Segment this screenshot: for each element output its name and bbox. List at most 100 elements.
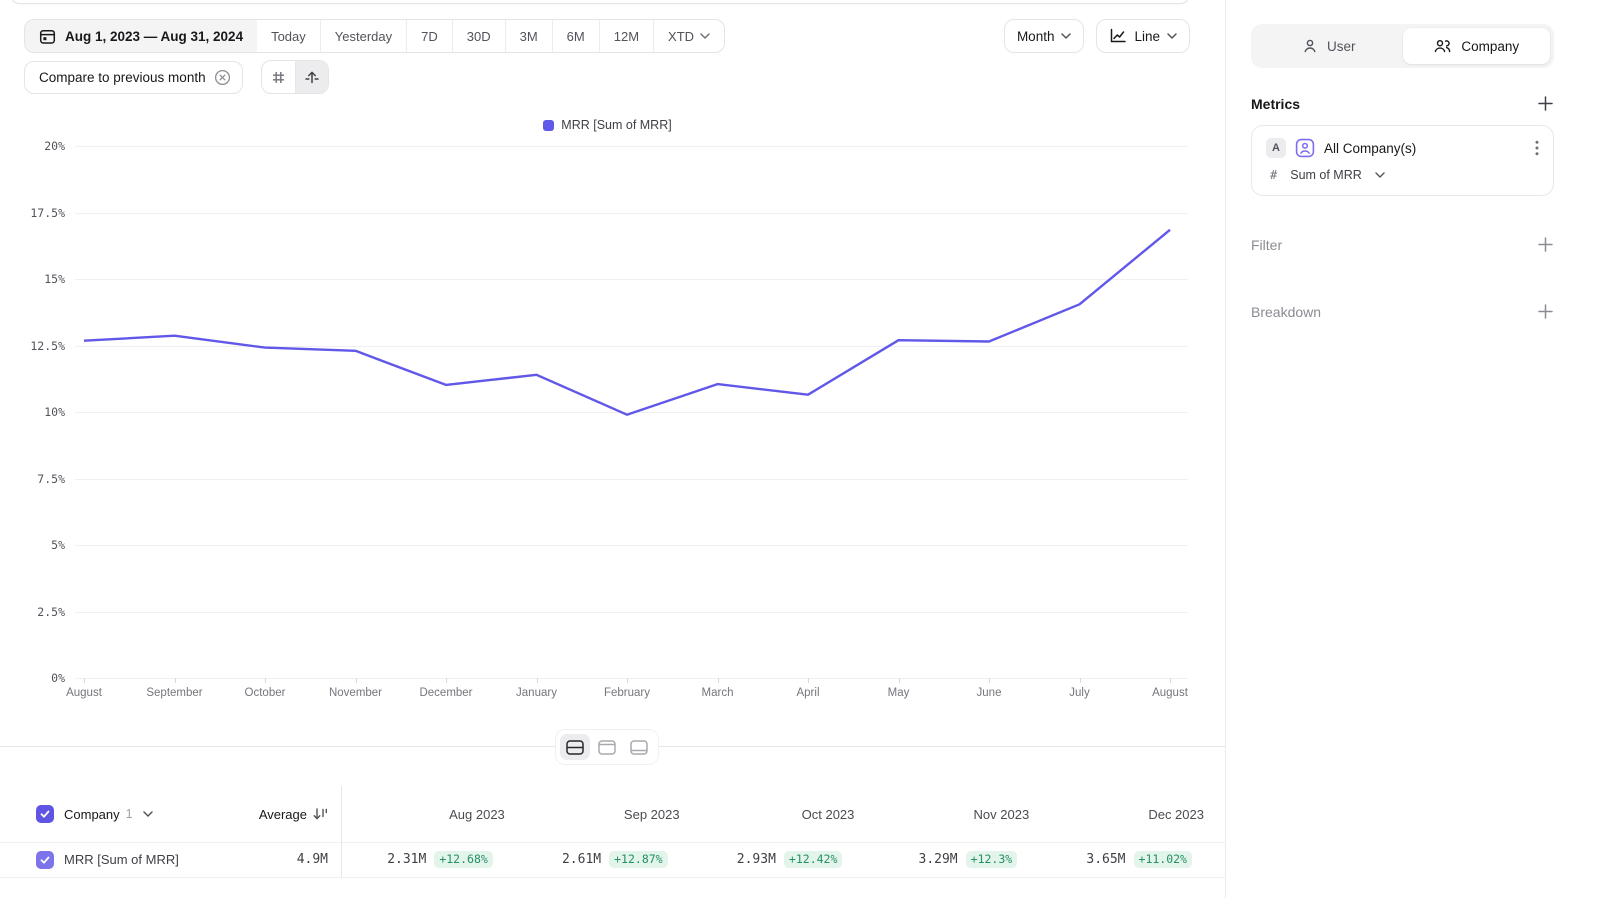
- x-axis-label: December: [419, 687, 472, 699]
- preset-button-3m[interactable]: 3M: [505, 20, 552, 52]
- month-cell: 2.93M+12.42%: [692, 842, 867, 877]
- filter-section-header: Filter: [1251, 236, 1554, 253]
- x-axis-tick: [989, 678, 990, 683]
- chart-controls: Month Line: [1004, 19, 1190, 53]
- chart-option-toggles: [261, 60, 329, 94]
- chevron-down-icon[interactable]: [143, 811, 153, 817]
- chart-legend: MRR [Sum of MRR]: [0, 118, 1215, 132]
- check-icon: [39, 808, 51, 820]
- table-bottom-border: [0, 877, 1225, 878]
- x-axis-tick: [627, 678, 628, 683]
- x-axis-label: November: [329, 687, 382, 699]
- x-axis-tick: [265, 678, 266, 683]
- preset-xtd-button[interactable]: XTD: [653, 20, 724, 52]
- sort-icon[interactable]: [313, 807, 328, 821]
- hash-grid-icon: [271, 70, 286, 85]
- x-axis-label: August: [1152, 687, 1188, 699]
- average-column-label[interactable]: Average: [259, 807, 307, 822]
- layout-split-icon: [566, 740, 584, 755]
- x-axis-label: April: [796, 687, 819, 699]
- compare-chip[interactable]: Compare to previous month: [24, 61, 243, 94]
- chevron-down-icon: [1375, 172, 1385, 178]
- previous-card-edge: [10, 0, 1190, 4]
- y-axis-label: 5%: [5, 538, 65, 552]
- layout-table-toggle[interactable]: [624, 734, 654, 760]
- preset-button-today[interactable]: Today: [257, 20, 320, 52]
- config-sidebar: User Company Metrics A: [1225, 0, 1600, 898]
- chevron-down-icon: [1167, 33, 1177, 39]
- x-axis-label: September: [146, 687, 202, 699]
- legend-swatch: [543, 120, 554, 131]
- user-icon: [1302, 38, 1318, 54]
- add-breakdown-icon[interactable]: [1537, 303, 1554, 320]
- aggregation-label: Sum of MRR: [1290, 168, 1362, 182]
- delta-badge: +12.87%: [609, 851, 667, 868]
- x-axis-tick: [446, 678, 447, 683]
- preset-button-7d[interactable]: 7D: [406, 20, 452, 52]
- preset-button-12m[interactable]: 12M: [599, 20, 653, 52]
- entity-tabs: User Company: [1251, 24, 1554, 68]
- x-axis-label: August: [66, 687, 102, 699]
- month-values: 2.31M+12.68% 2.61M +12.87% 2.93M+12.42% 3.29…: [342, 842, 1216, 877]
- x-axis-label: January: [516, 687, 557, 699]
- chevron-down-icon: [1061, 33, 1071, 39]
- select-all-checkbox[interactable]: [36, 805, 54, 823]
- chart-type-label: Line: [1134, 29, 1160, 44]
- add-metric-icon[interactable]: [1537, 95, 1554, 112]
- line-chart[interactable]: 20%17.5%15%12.5%10%7.5%5%2.5%0%AugustSep…: [75, 146, 1188, 678]
- month-column-header[interactable]: Aug 2023: [342, 786, 517, 842]
- month-column-header[interactable]: Oct 2023: [692, 786, 867, 842]
- x-axis-tick: [808, 678, 809, 683]
- report-panel: Aug 1, 2023 — Aug 31, 2024 TodayYesterda…: [0, 0, 1225, 898]
- layout-chart-toggle[interactable]: [592, 734, 622, 760]
- delta-badge: +12.3%: [966, 851, 1018, 868]
- month-cell: 2.31M+12.68%: [342, 842, 517, 877]
- tab-company[interactable]: Company: [1403, 28, 1551, 64]
- annotations-toggle[interactable]: [295, 61, 328, 93]
- y-axis-label: 7.5%: [5, 472, 65, 486]
- check-icon: [39, 854, 51, 866]
- average-value: 4.9M: [297, 852, 328, 867]
- toolbar: Aug 1, 2023 — Aug 31, 2024 TodayYesterda…: [24, 19, 1190, 53]
- layout-table-icon: [630, 740, 648, 755]
- y-axis-label: 15%: [5, 272, 65, 286]
- breakdown-title: Breakdown: [1251, 304, 1321, 320]
- granularity-label: Month: [1017, 29, 1055, 44]
- aggregation-selector[interactable]: # Sum of MRR: [1266, 168, 1539, 182]
- calendar-icon: [39, 28, 56, 45]
- company-square-icon: [1295, 138, 1315, 158]
- line-chart-icon: [1109, 28, 1127, 44]
- date-range-button[interactable]: Aug 1, 2023 — Aug 31, 2024: [25, 20, 257, 52]
- month-cell: 3.65M+11.02%: [1041, 842, 1216, 877]
- preset-button-yesterday[interactable]: Yesterday: [320, 20, 406, 52]
- row-checkbox[interactable]: [36, 851, 54, 869]
- tab-company-label: Company: [1461, 39, 1519, 54]
- company-users-icon: [1433, 38, 1452, 54]
- gridlines-toggle[interactable]: [262, 61, 295, 93]
- month-column-header[interactable]: Dec 2023: [1041, 786, 1216, 842]
- metric-card[interactable]: A All Company(s) # Sum of MRR: [1251, 125, 1554, 196]
- table-row[interactable]: MRR [Sum of MRR] 4.9M 2.31M+12.68%2.61M+…: [0, 842, 1225, 877]
- preset-button-30d[interactable]: 30D: [452, 20, 505, 52]
- month-column-header[interactable]: Nov 2023: [866, 786, 1041, 842]
- month-column-header[interactable]: Sep 2023: [517, 786, 692, 842]
- chart-type-dropdown[interactable]: Line: [1096, 19, 1190, 53]
- metric-name: All Company(s): [1324, 141, 1416, 156]
- layout-split-toggle[interactable]: [560, 734, 590, 760]
- tab-user-label: User: [1327, 39, 1356, 54]
- y-axis-label: 12.5%: [5, 339, 65, 353]
- tab-user[interactable]: User: [1255, 28, 1403, 64]
- month-headers: Aug 2023Sep 2023Oct 2023Nov 2023Dec 2023: [342, 786, 1216, 842]
- remove-compare-icon[interactable]: [214, 69, 231, 86]
- entity-column-label[interactable]: Company: [64, 807, 120, 822]
- metric-options-kebab-icon[interactable]: [1535, 140, 1539, 156]
- analytics-dashboard: Aug 1, 2023 — Aug 31, 2024 TodayYesterda…: [0, 0, 1600, 898]
- granularity-dropdown[interactable]: Month: [1004, 19, 1085, 53]
- x-axis-label: October: [245, 687, 286, 699]
- preset-button-6m[interactable]: 6M: [552, 20, 599, 52]
- add-filter-icon[interactable]: [1537, 236, 1554, 253]
- mrr-line-series: [75, 146, 1188, 678]
- month-value: 3.29M: [919, 852, 958, 867]
- annotation-marker-icon: [304, 69, 320, 85]
- month-value: 2.61M: [562, 852, 601, 867]
